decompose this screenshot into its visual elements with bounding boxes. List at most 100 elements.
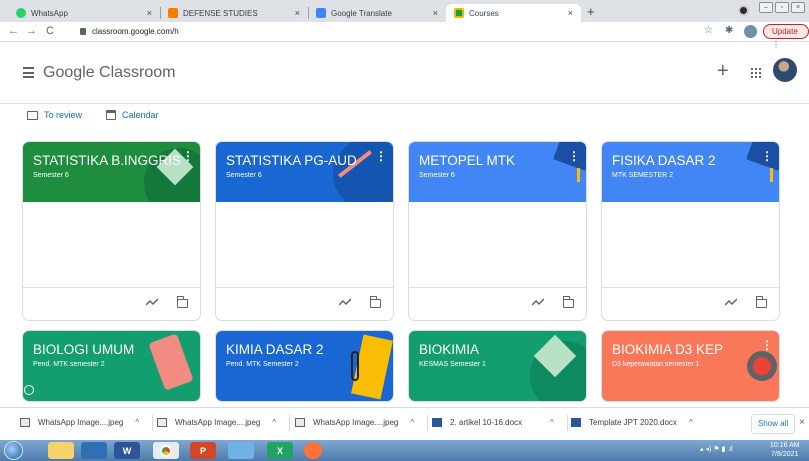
reload-icon[interactable]: C bbox=[46, 25, 54, 37]
course-title[interactable]: STATISTIKA B.INGGRIS bbox=[33, 153, 190, 168]
system-tray[interactable]: ▴ ◂) ⚑ ▮ .ıl bbox=[700, 445, 733, 453]
course-card[interactable]: BIOKIMIA D3 KEP D3 keperawatan semester … bbox=[601, 330, 780, 402]
course-subtitle: KESMAS Semester 1 bbox=[419, 361, 486, 368]
course-card[interactable]: BIOLOGI UMUM Pend. MTK semester 2 bbox=[22, 330, 201, 402]
chevron-up-icon[interactable]: ^ bbox=[689, 418, 693, 427]
powerpoint-app-icon[interactable]: P bbox=[190, 442, 216, 459]
minimize-button[interactable]: – bbox=[759, 2, 773, 13]
course-title[interactable]: FISIKA DASAR 2 bbox=[612, 153, 769, 168]
apps-grid-icon[interactable] bbox=[751, 68, 761, 78]
window-controls: – ▫ × bbox=[759, 2, 805, 13]
more-vert-icon[interactable]: ⋮ bbox=[761, 150, 773, 162]
info-icon bbox=[24, 385, 34, 395]
update-button[interactable]: Update ⋮ bbox=[763, 24, 809, 49]
calendar-link[interactable]: Calendar bbox=[122, 110, 159, 120]
folder-icon[interactable] bbox=[562, 296, 574, 308]
close-tab-icon[interactable]: × bbox=[568, 8, 573, 18]
course-card-header[interactable]: KIMIA DASAR 2 Pend. MTK Semester 2 bbox=[216, 331, 393, 401]
close-window-button[interactable]: × bbox=[791, 2, 805, 13]
close-tab-icon[interactable]: × bbox=[295, 8, 300, 18]
course-card[interactable]: BIOKIMIA KESMAS Semester 1 bbox=[408, 330, 587, 402]
hamburger-menu-icon[interactable] bbox=[23, 67, 34, 81]
excel-app-icon[interactable]: X bbox=[267, 442, 293, 459]
url-field[interactable]: classroom.google.com/h bbox=[92, 27, 179, 36]
course-subtitle: MTK SEMESTER 2 bbox=[612, 172, 674, 179]
app-icon[interactable] bbox=[228, 442, 254, 459]
extensions-icon[interactable]: ✱ bbox=[725, 25, 733, 36]
course-card[interactable]: METOPEL MTK Semester 6 ⋮ bbox=[408, 141, 587, 321]
course-card[interactable]: STATISTIKA B.INGGRIS Semester 6 ⋮ bbox=[22, 141, 201, 321]
more-vert-icon[interactable]: ⋮ bbox=[761, 339, 773, 351]
taskbar: W P X ▴ ◂) ⚑ ▮ .ıl 10:16 AM 7/8/2021 bbox=[0, 440, 809, 461]
more-vert-icon[interactable]: ⋮ bbox=[568, 150, 580, 162]
maximize-button[interactable]: ▫ bbox=[775, 2, 789, 13]
forward-arrow-icon[interactable]: → bbox=[26, 25, 37, 37]
review-calendar-row: To review Calendar bbox=[27, 110, 159, 120]
download-item[interactable]: Template JPT 2020.docx ^ bbox=[571, 418, 693, 427]
word-app-icon[interactable]: W bbox=[114, 442, 140, 459]
to-review-link[interactable]: To review bbox=[44, 110, 82, 120]
browser-tab-strip: WhatsApp × DEFENSE STUDIES × Google Tran… bbox=[0, 0, 809, 22]
trending-up-icon[interactable] bbox=[339, 298, 351, 306]
trending-up-icon[interactable] bbox=[532, 298, 544, 306]
close-tab-icon[interactable]: × bbox=[147, 8, 152, 18]
tab-whatsapp[interactable]: WhatsApp × bbox=[8, 4, 161, 22]
more-vert-icon[interactable]: ⋮ bbox=[375, 150, 387, 162]
folder-icon[interactable] bbox=[176, 296, 188, 308]
download-item[interactable]: WhatsApp Image....jpeg ^ bbox=[157, 415, 291, 431]
course-card-header[interactable]: BIOLOGI UMUM Pend. MTK semester 2 bbox=[23, 331, 200, 401]
account-avatar[interactable] bbox=[773, 58, 797, 82]
course-card-body bbox=[23, 202, 200, 288]
download-item[interactable]: 2. artikel 10-16.docx ^ bbox=[432, 415, 568, 431]
system-clock[interactable]: 10:16 AM 7/8/2021 bbox=[770, 441, 800, 459]
download-item[interactable]: WhatsApp Image....jpeg ^ bbox=[20, 415, 154, 431]
course-title[interactable]: BIOKIMIA bbox=[419, 342, 576, 357]
chevron-up-icon[interactable]: ^ bbox=[135, 418, 139, 427]
course-card[interactable]: STATISTIKA PG-AUD Semester 6 ⋮ bbox=[215, 141, 394, 321]
file-explorer-icon[interactable] bbox=[48, 442, 74, 459]
new-tab-button[interactable]: + bbox=[587, 4, 595, 19]
chevron-up-icon[interactable]: ^ bbox=[272, 418, 276, 427]
app-brand[interactable]: Google Classroom bbox=[43, 64, 176, 82]
create-join-plus-icon[interactable]: + bbox=[717, 60, 729, 83]
tab-google-translate[interactable]: Google Translate × bbox=[308, 4, 446, 22]
tab-courses[interactable]: Courses × bbox=[446, 4, 581, 22]
tab-label: DEFENSE STUDIES bbox=[183, 8, 258, 18]
more-vert-icon[interactable]: ⋮ bbox=[182, 150, 194, 162]
course-title[interactable]: STATISTIKA PG-AUD bbox=[226, 153, 383, 168]
bookmark-star-icon[interactable]: ☆ bbox=[704, 25, 713, 36]
course-card-header[interactable]: STATISTIKA B.INGGRIS Semester 6 ⋮ bbox=[23, 142, 200, 202]
folder-icon[interactable] bbox=[755, 296, 767, 308]
folder-icon[interactable] bbox=[369, 296, 381, 308]
show-all-downloads-button[interactable]: Show all bbox=[751, 414, 795, 434]
course-card-header[interactable]: FISIKA DASAR 2 MTK SEMESTER 2 ⋮ bbox=[602, 142, 779, 202]
course-card[interactable]: FISIKA DASAR 2 MTK SEMESTER 2 ⋮ bbox=[601, 141, 780, 321]
back-arrow-icon[interactable]: ← bbox=[8, 25, 19, 37]
course-card-body bbox=[216, 202, 393, 288]
profile-avatar[interactable] bbox=[744, 25, 757, 38]
course-card-header[interactable]: STATISTIKA PG-AUD Semester 6 ⋮ bbox=[216, 142, 393, 202]
close-tab-icon[interactable]: × bbox=[433, 8, 438, 18]
download-item[interactable]: WhatsApp Image....jpeg ^ bbox=[295, 415, 429, 431]
course-card-header[interactable]: METOPEL MTK Semester 6 ⋮ bbox=[409, 142, 586, 202]
course-title[interactable]: KIMIA DASAR 2 bbox=[226, 342, 383, 357]
course-card-header[interactable]: BIOKIMIA D3 KEP D3 keperawatan semester … bbox=[602, 331, 779, 401]
trending-up-icon[interactable] bbox=[725, 298, 737, 306]
chevron-up-icon[interactable]: ^ bbox=[410, 418, 414, 427]
chevron-up-icon[interactable]: ^ bbox=[550, 418, 554, 427]
course-card-body bbox=[409, 202, 586, 288]
chrome-icon[interactable] bbox=[153, 442, 179, 459]
course-subtitle: Semester 6 bbox=[33, 172, 69, 179]
start-button[interactable] bbox=[4, 441, 23, 460]
media-player-icon[interactable] bbox=[81, 442, 107, 459]
tab-defense-studies[interactable]: DEFENSE STUDIES × bbox=[160, 4, 309, 22]
course-card[interactable]: KIMIA DASAR 2 Pend. MTK Semester 2 bbox=[215, 330, 394, 402]
trending-up-icon[interactable] bbox=[146, 298, 158, 306]
close-downloads-icon[interactable]: × bbox=[799, 417, 805, 428]
course-title[interactable]: BIOLOGI UMUM bbox=[33, 342, 190, 357]
course-card-header[interactable]: BIOKIMIA KESMAS Semester 1 bbox=[409, 331, 586, 401]
firefox-icon[interactable] bbox=[304, 442, 322, 459]
course-title[interactable]: METOPEL MTK bbox=[419, 153, 576, 168]
word-file-icon bbox=[432, 418, 442, 427]
course-title[interactable]: BIOKIMIA D3 KEP bbox=[612, 342, 769, 357]
